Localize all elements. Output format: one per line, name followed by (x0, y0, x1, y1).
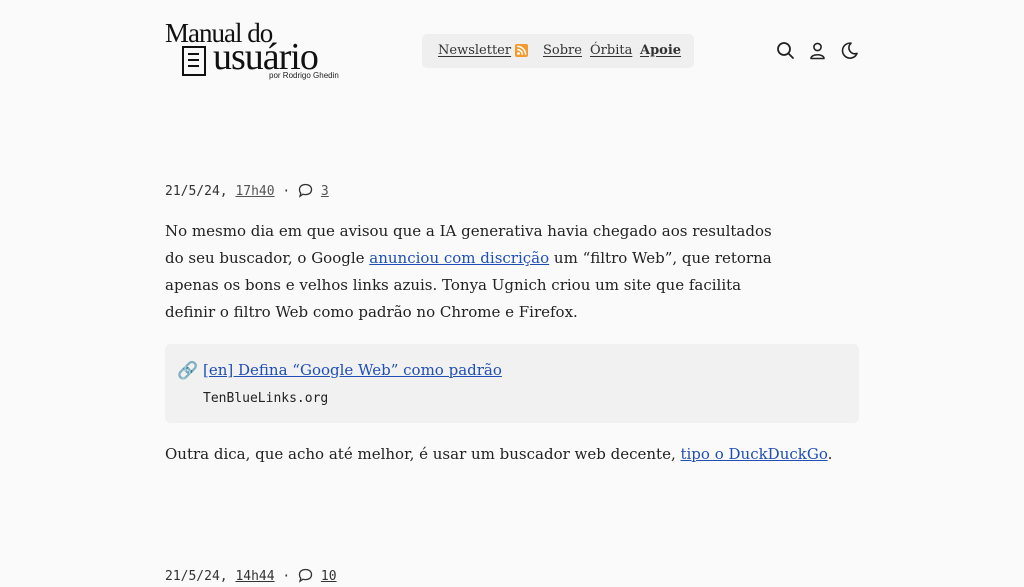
site-logo[interactable]: Manual do usuário por Rodrigo Ghedin (165, 20, 345, 82)
logo-byline: por Rodrigo Ghedin (269, 71, 339, 80)
nav-apoie[interactable]: Apoie (640, 43, 681, 58)
paragraph-text: . (827, 445, 833, 463)
document-icon (182, 46, 206, 76)
link-card[interactable]: 🔗 [en] Defina “Google Web” como padrão T… (165, 344, 859, 423)
next-post-meta: 21/5/24, 14h44 · 10 (165, 568, 337, 587)
announcement-link[interactable]: anunciou com discrição (369, 249, 549, 267)
post-paragraph-2: Outra dica, que acho até melhor, é usar … (165, 441, 865, 468)
next-comment-count-link[interactable]: 10 (321, 569, 337, 584)
meta-separator: · (282, 569, 291, 584)
post-body: No mesmo dia em que avisou que a IA gene… (165, 218, 785, 326)
nav-sobre[interactable]: Sobre (543, 43, 582, 58)
paragraph-text: Outra dica, que acho até melhor, é usar … (165, 445, 681, 463)
duckduckgo-link[interactable]: tipo o DuckDuckGo (680, 445, 827, 463)
main-nav: Newsletter Sobre Órbita Apoie (422, 34, 694, 68)
post-time-link[interactable]: 17h40 (235, 184, 274, 199)
comment-icon (298, 568, 313, 587)
link-card-title[interactable]: [en] Defina “Google Web” como padrão (203, 361, 502, 379)
link-card-source: TenBlueLinks.org (203, 391, 329, 406)
nav-newsletter[interactable]: Newsletter (438, 43, 511, 58)
link-icon: 🔗 (177, 361, 199, 381)
next-post-date: 21/5/24, (165, 569, 228, 584)
post-date: 21/5/24, (165, 184, 228, 199)
comment-icon (298, 183, 313, 202)
post-body-2: Outra dica, que acho até melhor, é usar … (165, 441, 865, 468)
search-icon[interactable] (776, 41, 795, 60)
moon-icon[interactable] (840, 41, 859, 60)
post-paragraph-1: No mesmo dia em que avisou que a IA gene… (165, 218, 785, 326)
post-meta: 21/5/24, 17h40 · 3 (165, 183, 329, 202)
meta-separator: · (282, 184, 291, 199)
user-icon[interactable] (808, 41, 827, 60)
nav-orbita[interactable]: Órbita (590, 43, 632, 58)
next-post-time-link[interactable]: 14h44 (235, 569, 274, 584)
rss-icon[interactable] (515, 44, 528, 57)
comment-count-link[interactable]: 3 (321, 184, 329, 199)
